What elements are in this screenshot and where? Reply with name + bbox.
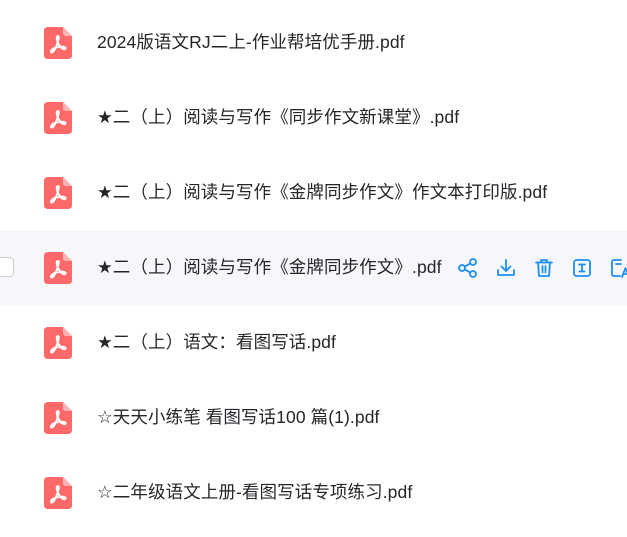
text-recognize-icon: [573, 259, 591, 277]
file-row[interactable]: 2024版语文RJ二上-作业帮培优手册.pdf: [0, 5, 627, 80]
pdf-icon: [44, 327, 72, 359]
file-name[interactable]: ☆二年级语文上册-看图写话专项练习.pdf: [97, 455, 412, 530]
share-icon: [458, 258, 477, 278]
file-row[interactable]: ★二（上）阅读与写作《同步作文新课堂》.pdf: [0, 80, 627, 155]
pdf-icon: [44, 477, 72, 509]
file-row[interactable]: ★二（上）阅读与写作《金牌同步作文》作文本打印版.pdf: [0, 155, 627, 230]
download-icon: [497, 259, 515, 276]
file-name[interactable]: ★二（上）阅读与写作《金牌同步作文》.pdf: [97, 230, 442, 305]
file-row[interactable]: ☆二年级语文上册-看图写话专项练习.pdf: [0, 455, 627, 530]
pdf-icon: [44, 402, 72, 434]
file-name[interactable]: ★二（上）阅读与写作《金牌同步作文》作文本打印版.pdf: [97, 155, 547, 230]
download-button[interactable]: [494, 256, 518, 280]
select-checkbox[interactable]: [0, 257, 14, 277]
file-row-hovered[interactable]: ★二（上）阅读与写作《金牌同步作文》.pdf: [0, 230, 627, 305]
file-name[interactable]: ★二（上）语文：看图写话.pdf: [97, 305, 336, 380]
text-recognize-button[interactable]: [570, 256, 594, 280]
translate-button[interactable]: [608, 256, 627, 280]
file-list: 2024版语文RJ二上-作业帮培优手册.pdf ★二（上）阅读与写作《同步作文新…: [0, 0, 627, 537]
file-name[interactable]: ☆天天小练笔 看图写话100 篇(1).pdf: [97, 380, 380, 455]
delete-icon: [535, 259, 553, 277]
pdf-icon: [44, 252, 72, 284]
row-actions: [456, 255, 627, 281]
file-row[interactable]: ☆天天小练笔 看图写话100 篇(1).pdf: [0, 380, 627, 455]
translate-icon: [611, 259, 627, 278]
delete-button[interactable]: [532, 256, 556, 280]
pdf-icon: [44, 102, 72, 134]
file-name[interactable]: 2024版语文RJ二上-作业帮培优手册.pdf: [97, 5, 405, 80]
pdf-icon: [44, 27, 72, 59]
share-button[interactable]: [456, 256, 480, 280]
file-row[interactable]: ★二（上）语文：看图写话.pdf: [0, 305, 627, 380]
pdf-icon: [44, 177, 72, 209]
file-name[interactable]: ★二（上）阅读与写作《同步作文新课堂》.pdf: [97, 80, 459, 155]
